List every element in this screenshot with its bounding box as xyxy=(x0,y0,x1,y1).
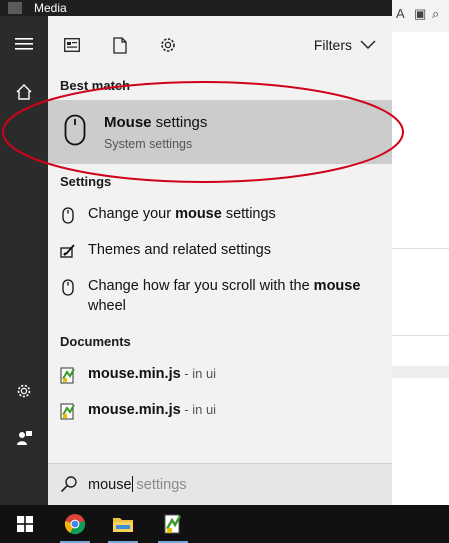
divider xyxy=(392,248,449,249)
settings-result-item[interactable]: Themes and related settings xyxy=(48,240,392,264)
best-match-title-rest: settings xyxy=(151,114,208,131)
mouse-icon xyxy=(60,278,76,296)
hamburger-menu-icon[interactable] xyxy=(12,32,36,56)
best-match-title-bold: Mouse xyxy=(104,114,152,131)
divider xyxy=(392,335,449,336)
document-result-label: mouse.min.js - in ui xyxy=(88,400,388,420)
mouse-icon xyxy=(60,206,76,224)
label-text: settings xyxy=(221,206,276,222)
apps-filter-icon[interactable] xyxy=(62,35,82,55)
app-icon xyxy=(8,2,22,14)
document-result-label: mouse.min.js - in ui xyxy=(88,364,388,384)
best-match-result[interactable]: Mouse settings System settings xyxy=(48,100,392,164)
search-panel-header: Filters xyxy=(48,16,392,72)
settings-result-label: Themes and related settings xyxy=(88,240,388,260)
document-location: - in ui xyxy=(180,402,217,417)
best-match-subtitle: System settings xyxy=(104,137,193,151)
settings-result-label: Change how far you scroll with the mouse… xyxy=(88,276,388,316)
filters-label: Filters xyxy=(313,37,352,53)
search-query: mouse xyxy=(88,477,132,493)
label-text: Change your xyxy=(88,206,176,222)
settings-result-item[interactable]: Change how far you scroll with the mouse… xyxy=(48,276,392,320)
search-icon[interactable]: ⌕ xyxy=(432,6,439,22)
best-match-heading: Best match xyxy=(60,78,131,93)
settings-result-label: Change your mouse settings xyxy=(88,204,388,224)
file-explorer-icon[interactable] xyxy=(108,509,138,539)
label-text: wheel xyxy=(88,298,126,314)
search-input[interactable]: mouse settings xyxy=(88,476,187,493)
home-icon[interactable] xyxy=(12,80,36,104)
document-location: - in ui xyxy=(180,366,217,381)
start-menu-rail xyxy=(0,16,48,505)
js-file-icon xyxy=(60,366,76,384)
background-app-toolbar: A ▣ ⌕ xyxy=(392,0,449,33)
background-app-titlebar: Media xyxy=(0,0,449,16)
settings-result-item[interactable]: Change your mouse settings xyxy=(48,204,392,228)
settings-gear-icon[interactable] xyxy=(12,379,36,403)
label-bold: mouse xyxy=(313,278,361,294)
search-box[interactable]: mouse settings xyxy=(48,463,392,506)
background-app-title: Media xyxy=(34,1,67,15)
chrome-icon[interactable] xyxy=(60,509,90,539)
document-name: mouse.min.js xyxy=(88,366,181,382)
document-result-item[interactable]: mouse.min.js - in ui xyxy=(48,364,392,388)
mouse-icon xyxy=(64,114,86,151)
settings-heading: Settings xyxy=(60,174,112,189)
background-app-content xyxy=(392,32,449,505)
js-file-icon xyxy=(60,402,76,420)
label-text: Themes and related settings xyxy=(88,242,271,258)
notepad-plus-icon[interactable] xyxy=(158,509,188,539)
document-name: mouse.min.js xyxy=(88,402,181,418)
label-bold: mouse xyxy=(175,206,222,222)
documents-filter-icon[interactable] xyxy=(110,35,130,55)
theme-brush-icon xyxy=(60,242,76,260)
font-color-icon[interactable]: A xyxy=(396,6,405,21)
search-icon xyxy=(60,475,78,498)
best-match-title: Mouse settings xyxy=(104,114,207,131)
chevron-down-icon xyxy=(360,40,376,49)
taskbar xyxy=(0,505,449,543)
settings-filter-icon[interactable] xyxy=(158,35,178,55)
background-strip xyxy=(392,366,449,378)
documents-heading: Documents xyxy=(60,334,131,349)
document-result-item[interactable]: mouse.min.js - in ui xyxy=(48,400,392,424)
search-results-panel: Filters Best match Mouse settings System… xyxy=(48,16,392,506)
feedback-person-icon[interactable] xyxy=(12,426,36,450)
search-suggestion: settings xyxy=(132,477,187,493)
filters-dropdown[interactable]: Filters xyxy=(314,37,376,53)
clipboard-icon[interactable]: ▣ xyxy=(414,6,426,22)
label-text: Change how far you scroll with the xyxy=(88,278,314,294)
start-windows-icon[interactable] xyxy=(10,509,40,539)
